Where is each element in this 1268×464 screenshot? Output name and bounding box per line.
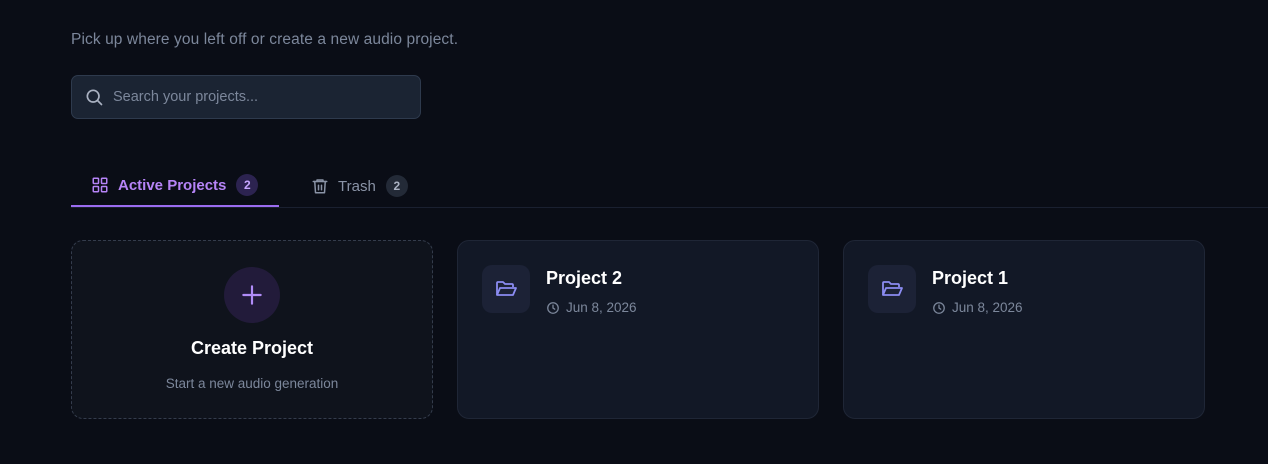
- project-date-text: Jun 8, 2026: [952, 300, 1023, 315]
- search-icon: [84, 87, 104, 107]
- project-date: Jun 8, 2026: [932, 300, 1023, 315]
- folder-open-icon: [482, 265, 530, 313]
- project-date: Jun 8, 2026: [546, 300, 637, 315]
- clock-icon: [546, 301, 560, 315]
- tab-active-projects[interactable]: Active Projects 2: [71, 165, 279, 207]
- tab-label: Trash: [338, 177, 376, 195]
- page-subtitle: Pick up where you left off or create a n…: [71, 31, 459, 48]
- project-date-text: Jun 8, 2026: [566, 300, 637, 315]
- tab-label: Active Projects: [118, 176, 227, 194]
- create-project-subtitle: Start a new audio generation: [165, 376, 339, 391]
- tab-trash[interactable]: Trash 2: [311, 165, 408, 207]
- folder-open-icon: [868, 265, 916, 313]
- project-title: Project 1: [932, 268, 1009, 288]
- search-box[interactable]: [71, 75, 421, 119]
- plus-icon: [224, 267, 280, 323]
- trash-icon: [311, 177, 329, 195]
- clock-icon: [932, 301, 946, 315]
- search-input[interactable]: [113, 89, 420, 105]
- tabs-divider: [71, 207, 1268, 208]
- tab-count-badge: 2: [385, 175, 408, 197]
- create-project-title: Create Project: [190, 338, 314, 358]
- create-project-card[interactable]: Create Project Start a new audio generat…: [71, 240, 433, 419]
- project-card[interactable]: Project 2 Jun 8, 2026: [457, 240, 819, 419]
- project-title: Project 2: [546, 268, 623, 288]
- tab-count-badge: 2: [236, 174, 259, 196]
- project-card[interactable]: Project 1 Jun 8, 2026: [843, 240, 1205, 419]
- grid-icon: [91, 176, 109, 194]
